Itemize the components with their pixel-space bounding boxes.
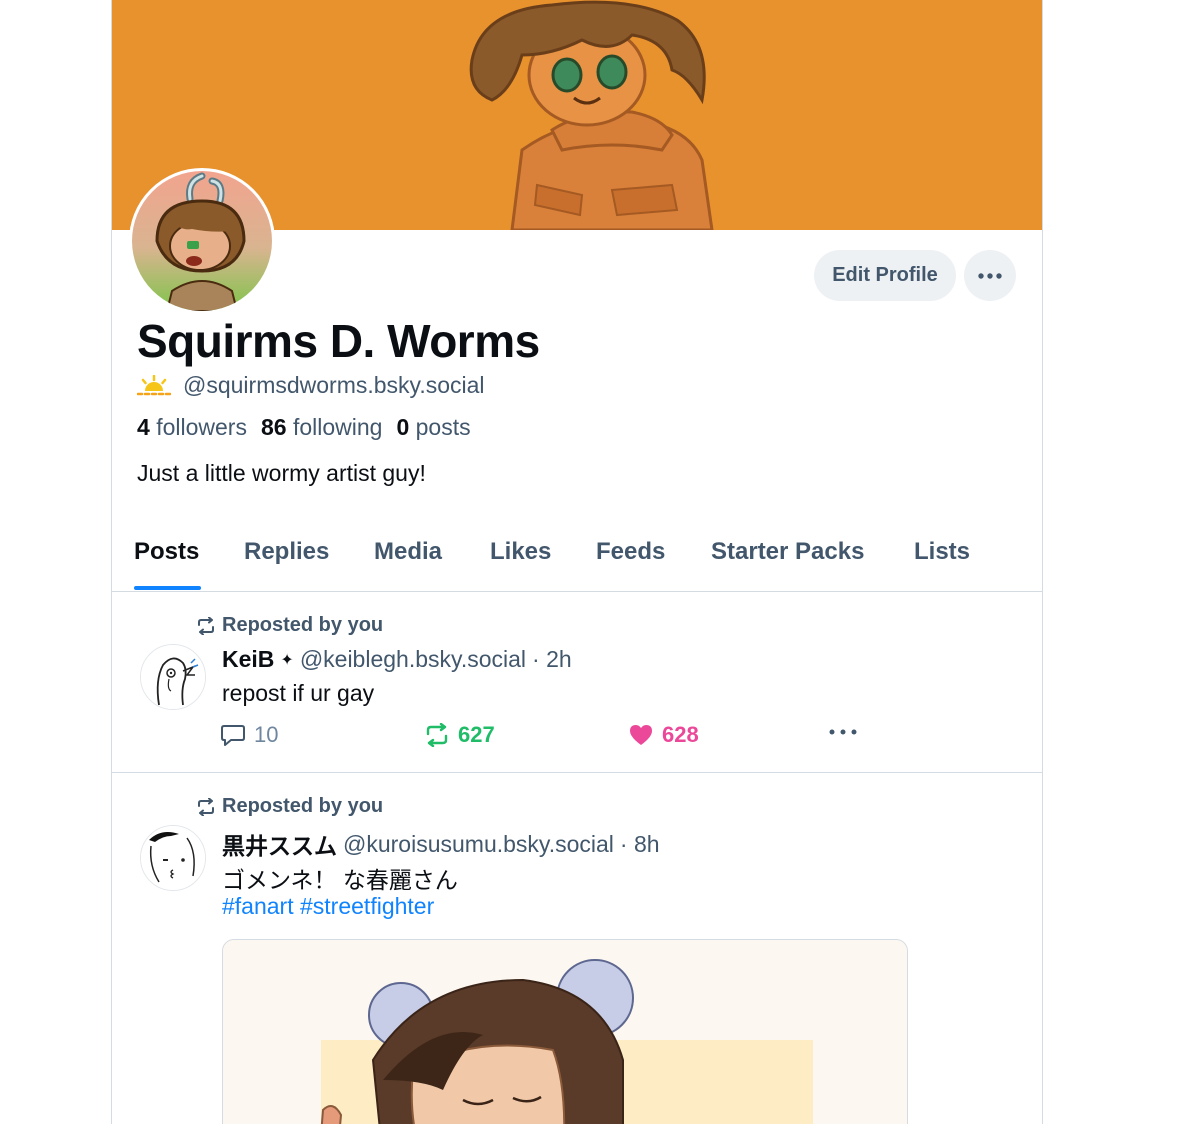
feed-post[interactable]: Reposted by you KeiB ✦ @keiblegh.bsky.so…	[112, 592, 1042, 773]
post-author-handle[interactable]: @keiblegh.bsky.social	[300, 646, 526, 673]
post-author-avatar[interactable]	[140, 644, 206, 710]
tab-lists[interactable]: Lists	[914, 538, 970, 566]
post-hashtags: #fanart #streetfighter	[222, 893, 434, 920]
reply-button[interactable]: 10	[220, 722, 278, 748]
fanart-image	[223, 940, 907, 1124]
profile-handle-row: @squirmsdworms.bsky.social	[137, 372, 485, 399]
profile-bio: Just a little wormy artist guy!	[137, 460, 426, 486]
profile-column: Edit Profile Squirms D. Worms @squirmsdw…	[111, 0, 1043, 1124]
post-author-avatar[interactable]	[140, 825, 206, 891]
following-link[interactable]: 86 following	[261, 414, 382, 441]
profile-avatar[interactable]	[129, 168, 275, 314]
heart-icon	[630, 725, 652, 745]
repost-icon	[426, 723, 448, 747]
post-author-name[interactable]: 黒井ススム	[222, 827, 337, 861]
hashtag-link[interactable]: #streetfighter	[300, 893, 434, 919]
more-icon	[829, 729, 857, 735]
post-timestamp[interactable]: · 8h	[620, 831, 660, 858]
post-author-handle[interactable]: @kuroisusumu.bsky.social	[343, 831, 614, 858]
post-text: repost if ur gay	[222, 680, 375, 706]
repost-button[interactable]: 627	[424, 722, 495, 748]
sun-icon	[137, 374, 171, 395]
reply-icon	[221, 725, 245, 746]
followers-link[interactable]: 4 followers	[137, 414, 247, 441]
tab-feeds[interactable]: Feeds	[596, 538, 665, 566]
hashtag-link[interactable]: #fanart	[222, 893, 294, 919]
tab-starter-packs[interactable]: Starter Packs	[711, 538, 864, 566]
more-icon	[978, 272, 1002, 279]
repost-indicator: Reposted by you	[196, 614, 383, 637]
reply-count: 10	[254, 722, 279, 747]
profile-more-button[interactable]	[964, 250, 1016, 301]
post-header: KeiB ✦ @keiblegh.bsky.social · 2h	[222, 646, 572, 673]
repost-indicator: Reposted by you	[196, 795, 383, 818]
repost-count: 627	[458, 722, 495, 747]
profile-tabs: Posts Replies Media Likes Feeds Starter …	[112, 520, 1042, 592]
post-header: 黒井ススム @kuroisusumu.bsky.social · 8h	[222, 827, 660, 861]
post-timestamp[interactable]: · 2h	[532, 646, 572, 673]
author-badge: ✦	[280, 651, 294, 669]
profile-stats: 4 followers 86 following 0 posts	[137, 414, 471, 441]
tab-replies[interactable]: Replies	[244, 538, 329, 566]
profile-handle: @squirmsdworms.bsky.social	[183, 372, 485, 398]
post-author-name[interactable]: KeiB	[222, 646, 274, 673]
like-count: 628	[662, 722, 699, 747]
post-image-embed[interactable]	[222, 939, 908, 1124]
repost-icon	[198, 616, 214, 635]
post-more-button[interactable]	[828, 728, 858, 736]
repost-icon	[198, 797, 214, 816]
active-tab-indicator	[134, 586, 201, 590]
tab-posts[interactable]: Posts	[134, 538, 199, 566]
like-button[interactable]: 628	[628, 722, 699, 748]
profile-display-name: Squirms D. Worms	[137, 315, 540, 367]
posts-count: 0 posts	[396, 414, 471, 440]
post-text: ゴメンネ！ な春麗さん	[222, 867, 458, 893]
edit-profile-button[interactable]: Edit Profile	[814, 250, 956, 301]
tab-likes[interactable]: Likes	[490, 538, 551, 566]
tab-media[interactable]: Media	[374, 538, 442, 566]
